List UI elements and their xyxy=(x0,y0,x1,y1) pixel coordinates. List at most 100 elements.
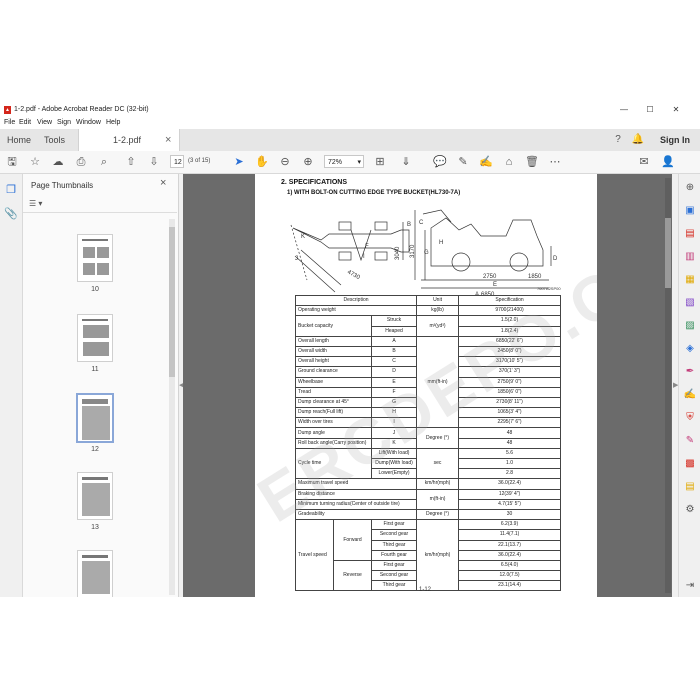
row-value: 22.1(13.7) xyxy=(458,539,562,551)
page-thumbnail-label: 11 xyxy=(91,366,99,373)
cloud-upload-icon[interactable]: ☁ xyxy=(50,154,66,170)
zoom-out-icon[interactable]: ⊖ xyxy=(277,154,293,170)
notifications-bell-icon[interactable]: 🔔 xyxy=(630,132,646,148)
fill-sign-icon[interactable]: ✍ xyxy=(478,154,494,170)
minimize-button[interactable]: — xyxy=(614,104,634,116)
attachments-paperclip-icon[interactable]: 📎 xyxy=(3,206,19,222)
tab-close-icon[interactable]: × xyxy=(165,129,171,151)
hand-tool-icon[interactable]: ✋ xyxy=(254,154,270,170)
menu-view[interactable]: View xyxy=(37,119,52,126)
dim-letter-i: I xyxy=(363,254,365,260)
menu-edit[interactable]: Edit xyxy=(19,119,31,126)
close-button[interactable]: ✕ xyxy=(666,104,686,116)
scan-ocr-icon[interactable]: ◈ xyxy=(682,341,698,357)
compress-pdf-icon[interactable]: ▩ xyxy=(682,456,698,472)
zoom-search-icon[interactable]: ⊕ xyxy=(682,180,698,196)
share-email-icon[interactable]: ✉ xyxy=(636,154,652,170)
select-cursor-icon[interactable]: ➤ xyxy=(231,154,247,170)
page-thumbnails-icon[interactable]: ❐ xyxy=(3,182,19,198)
create-pdf-icon[interactable]: ▣ xyxy=(682,203,698,219)
edit-pdf-icon[interactable]: ▥ xyxy=(682,249,698,265)
organize-pages-icon[interactable]: ▨ xyxy=(682,318,698,334)
menu-file[interactable]: File xyxy=(4,119,15,126)
page-thumbnail-10[interactable] xyxy=(77,234,113,282)
protect-icon[interactable]: ⛨ xyxy=(682,410,698,426)
row-value: 1.0 xyxy=(458,457,562,470)
more-tools-icon[interactable]: ⋯ xyxy=(547,154,563,170)
dim-letter-f: F xyxy=(365,244,369,250)
row-sublabel: Third gear xyxy=(370,539,418,551)
bookmark-star-icon[interactable]: ☆ xyxy=(27,154,43,170)
prepare-form-icon[interactable]: ▤ xyxy=(682,479,698,495)
tab-document[interactable]: 1-2.pdf × xyxy=(78,129,180,151)
dim-letter-k: K xyxy=(301,234,305,240)
row-label: Operating weight xyxy=(294,305,418,317)
thumbnails-scrollbar[interactable] xyxy=(169,219,175,595)
request-esign-icon[interactable]: ✎ xyxy=(682,433,698,449)
highlight-pen-icon[interactable]: ✎ xyxy=(455,154,471,170)
page-thumbnail-11[interactable] xyxy=(77,314,113,362)
help-icon[interactable]: ? xyxy=(610,132,626,148)
page-number: 1-12 xyxy=(419,587,432,593)
fill-and-sign-icon[interactable]: ✒ xyxy=(682,364,698,380)
title-bar: ▲ 1-2.pdf - Adobe Acrobat Reader DC (32-… xyxy=(0,103,700,117)
panel-divider xyxy=(23,212,177,213)
scrolling-mode-icon[interactable]: ⇓ xyxy=(398,154,414,170)
subsection-title: 1) WITH BOLT-ON CUTTING EDGE TYPE BUCKET… xyxy=(287,190,461,196)
maximize-button[interactable]: ☐ xyxy=(640,104,660,116)
menu-help[interactable]: Help xyxy=(106,119,120,126)
page-thumbnail-12[interactable] xyxy=(76,393,114,443)
thumbnail-options-icon: ☰ xyxy=(29,199,37,208)
export-pdf-icon[interactable]: ▤ xyxy=(682,226,698,242)
combine-files-icon[interactable]: ▧ xyxy=(682,295,698,311)
row-value: 6.5(4.0) xyxy=(458,559,562,572)
menu-sign[interactable]: Sign xyxy=(57,119,71,126)
row-group-label: Forward xyxy=(333,519,372,561)
next-page-icon[interactable]: ⇩ xyxy=(146,154,162,170)
delete-trash-icon[interactable]: 🗑 xyxy=(524,154,540,170)
tab-tools[interactable]: Tools xyxy=(44,129,65,151)
row-sublabel: Second gear xyxy=(370,529,418,541)
row-value: 12.0(7.5) xyxy=(458,570,562,582)
document-scrollbar[interactable] xyxy=(665,178,671,593)
stamp-icon[interactable]: ⌂ xyxy=(501,154,517,170)
thumbnails-scrollbar-thumb[interactable] xyxy=(169,227,175,377)
save-icon[interactable]: 🖫 xyxy=(4,154,20,170)
row-value: 6.2(3.9) xyxy=(458,519,562,531)
page-thumbnail-13[interactable] xyxy=(77,472,113,520)
menu-window[interactable]: Window xyxy=(76,119,101,126)
thumbnails-options-button[interactable]: ☰ ▾ xyxy=(29,199,42,208)
find-search-icon[interactable]: ⌕ xyxy=(96,154,112,170)
dim-letter-b: B xyxy=(407,222,411,228)
row-value: 48 xyxy=(458,427,562,439)
comment-icon[interactable]: 💬 xyxy=(432,154,448,170)
add-user-share-icon[interactable]: 👤 xyxy=(660,154,676,170)
sign-in-button[interactable]: Sign In xyxy=(660,129,690,151)
chevron-down-icon: ▾ xyxy=(38,199,43,208)
row-value: 2.8 xyxy=(458,468,562,480)
previous-page-icon[interactable]: ⇧ xyxy=(123,154,139,170)
page-thumbnail-label: 13 xyxy=(91,524,99,531)
document-scrollbar-thumb[interactable] xyxy=(665,218,671,288)
expand-tools-icon[interactable]: ⇥ xyxy=(682,578,698,594)
page-thumbnail-14[interactable] xyxy=(77,550,113,597)
row-unit: m³(yd³) xyxy=(416,315,460,337)
chevron-down-icon: ▾ xyxy=(357,159,361,166)
send-for-signature-icon[interactable]: ✍ xyxy=(682,387,698,403)
row-label: Wheelbase xyxy=(295,376,372,388)
page-thumbnail-label: 12 xyxy=(91,446,99,453)
page-number-input[interactable]: 12 xyxy=(170,155,184,168)
zoom-in-icon[interactable]: ⊕ xyxy=(300,154,316,170)
print-icon[interactable]: ⎙ xyxy=(73,154,89,170)
row-sublabel: First gear xyxy=(370,519,418,531)
dim-label-1850: 1850 xyxy=(528,274,542,280)
row-value: 30 xyxy=(458,508,562,521)
tab-home[interactable]: Home xyxy=(7,129,31,151)
more-tools-icon[interactable]: ⚙ xyxy=(682,502,698,518)
document-view[interactable]: 2. SPECIFICATIONS 1) WITH BOLT-ON CUTTIN… xyxy=(183,174,672,597)
row-group-label: Reverse xyxy=(333,559,372,592)
page-display-icon[interactable]: ⊞ xyxy=(372,154,388,170)
comment-tool-icon[interactable]: ▦ xyxy=(682,272,698,288)
thumbnails-close-icon[interactable]: × xyxy=(160,177,166,189)
zoom-level-select[interactable]: 72% ▾ xyxy=(324,155,364,168)
